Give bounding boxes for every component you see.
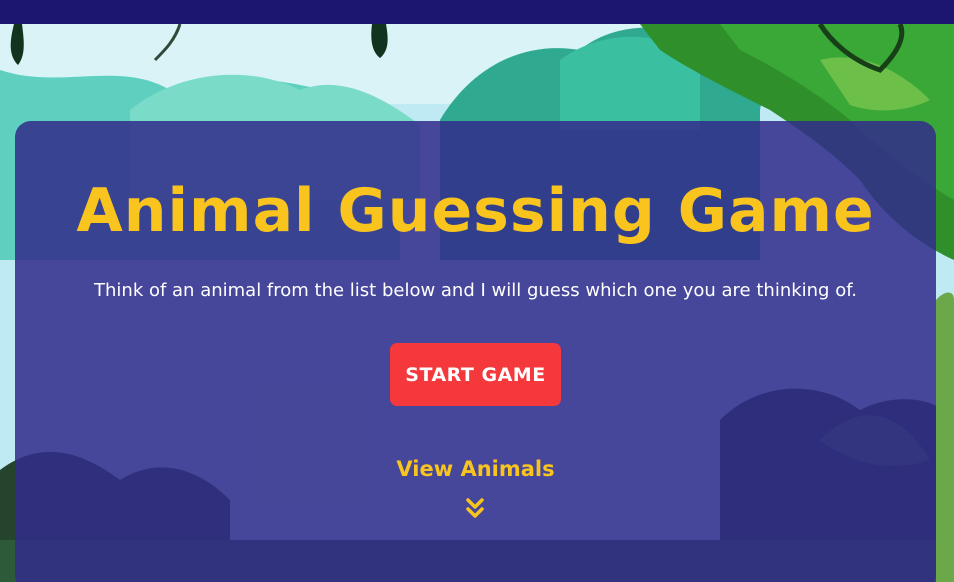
- top-navigation-bar: [0, 0, 954, 24]
- view-animals-link[interactable]: View Animals: [15, 454, 936, 484]
- page-subtitle: Think of an animal from the list below a…: [94, 280, 857, 301]
- hero-panel: Animal Guessing Game Think of an animal …: [15, 121, 936, 582]
- page-title: Animal Guessing Game: [76, 176, 875, 246]
- page: Animal Guessing Game Think of an animal …: [0, 0, 954, 582]
- start-game-button[interactable]: START GAME: [390, 343, 561, 406]
- double-chevron-down-icon[interactable]: [465, 498, 485, 520]
